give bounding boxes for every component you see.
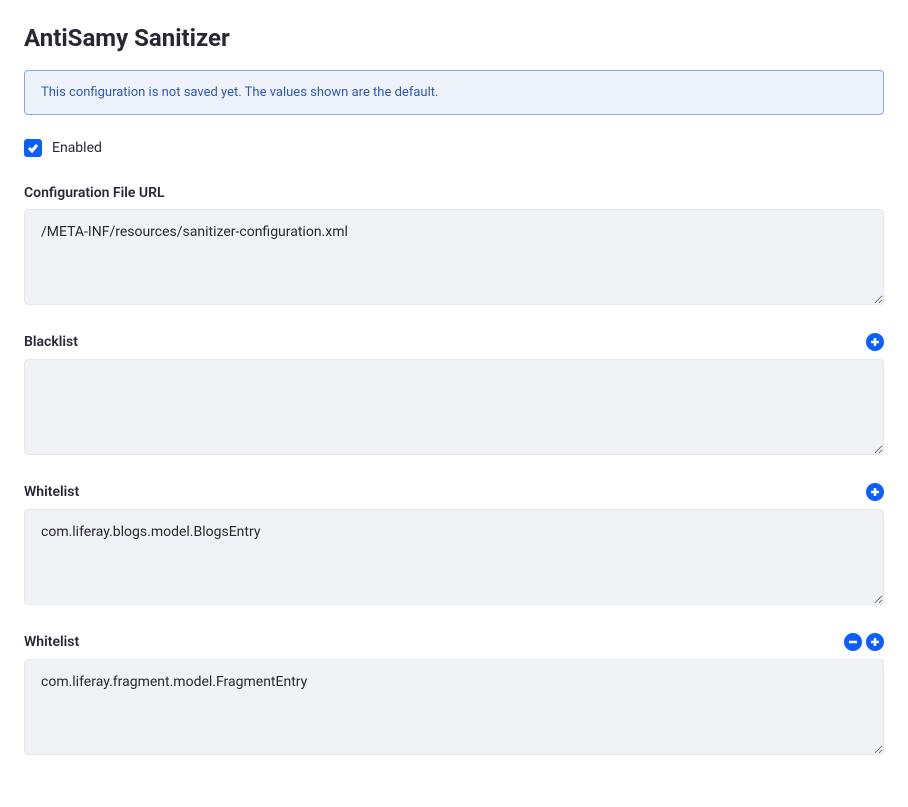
whitelist-1-add-button[interactable]	[866, 483, 884, 501]
plus-icon	[870, 637, 880, 647]
blacklist-label: Blacklist	[24, 334, 78, 350]
info-banner: This configuration is not saved yet. The…	[24, 70, 884, 115]
plus-icon	[870, 337, 880, 347]
page-title: AntiSamy Sanitizer	[24, 24, 884, 52]
config-url-label: Configuration File URL	[24, 185, 165, 201]
enabled-label[interactable]: Enabled	[52, 140, 102, 156]
blacklist-field-group: Blacklist	[24, 333, 884, 459]
whitelist-label-1: Whitelist	[24, 484, 79, 500]
whitelist-2-remove-button[interactable]	[844, 633, 862, 651]
whitelist-label-2: Whitelist	[24, 634, 79, 650]
config-url-field-group: Configuration File URL	[24, 185, 884, 309]
blacklist-add-button[interactable]	[866, 333, 884, 351]
config-url-input[interactable]	[24, 209, 884, 305]
plus-icon	[870, 487, 880, 497]
blacklist-input[interactable]	[24, 359, 884, 455]
minus-icon	[848, 637, 858, 647]
enabled-checkbox[interactable]	[24, 139, 42, 157]
whitelist-input-1[interactable]	[24, 509, 884, 605]
whitelist-field-group-1: Whitelist	[24, 483, 884, 609]
whitelist-2-add-button[interactable]	[866, 633, 884, 651]
whitelist-field-group-2: Whitelist	[24, 633, 884, 759]
enabled-checkbox-row: Enabled	[24, 139, 884, 157]
checkmark-icon	[27, 142, 39, 154]
whitelist-input-2[interactable]	[24, 659, 884, 755]
